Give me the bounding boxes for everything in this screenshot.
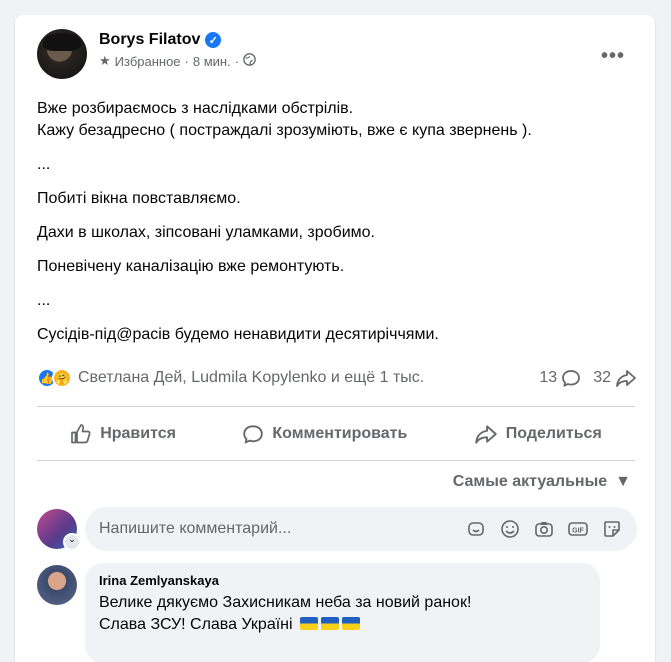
comment-line-2: Слава ЗСУ! Слава Україні	[99, 614, 586, 636]
comment-count[interactable]: 13	[539, 368, 581, 388]
divider	[37, 406, 635, 407]
verified-badge-icon: ✓	[205, 32, 222, 48]
reactions-bar: 👍 🤗 Светлана Дей, Ludmila Kopylenko и ещ…	[37, 368, 637, 388]
post-meta: ★ Избранное · 8 мин. ·	[99, 53, 256, 69]
star-icon: ★	[99, 53, 111, 68]
camera-icon[interactable]	[533, 518, 555, 540]
emoji-icon[interactable]	[499, 518, 521, 540]
comment-label: Комментировать	[272, 425, 408, 442]
care-reaction-icon[interactable]: 🤗	[52, 368, 72, 388]
sort-label: Самые актуальные	[452, 473, 608, 490]
comment-count-value: 13	[539, 369, 558, 386]
post-line: ...	[37, 156, 51, 173]
share-count[interactable]: 32	[593, 368, 637, 388]
comment-button[interactable]: Комментировать	[232, 417, 417, 451]
share-label: Поделиться	[505, 425, 602, 442]
comment-text: Велике дякуємо Захисникам неба за новий …	[99, 592, 586, 636]
meta-separator-2: ·	[234, 53, 240, 69]
divider	[37, 460, 635, 461]
author-avatar[interactable]	[37, 29, 87, 79]
like-button[interactable]: Нравится	[60, 417, 186, 451]
share-count-value: 32	[593, 369, 611, 386]
current-user-avatar[interactable]	[37, 509, 81, 551]
comment-icon	[243, 425, 264, 444]
post-header: Borys Filatov ✓ ★ Избранное · 8 мин. ·	[37, 29, 256, 79]
post-card: Borys Filatov ✓ ★ Избранное · 8 мин. · •…	[15, 15, 655, 662]
author-name-row: Borys Filatov ✓	[99, 31, 256, 49]
reaction-names[interactable]: Светлана Дей, Ludmila Kopylenko и ещё 1 …	[78, 369, 424, 387]
caret-down-icon: ▼	[615, 473, 631, 490]
audience-label[interactable]: Избранное	[115, 54, 181, 69]
post-line: Кажу безадресно ( постраждалі зрозуміють…	[37, 122, 532, 139]
ukraine-flag-icon	[300, 617, 318, 630]
comment-input[interactable]: Напишите комментарий... GIF	[85, 507, 637, 551]
post-line: Вже розбираємось з наслідками обстрілів.	[37, 100, 354, 117]
comment-sort-dropdown[interactable]: Самые актуальные ▼	[453, 473, 631, 491]
meta-separator: ·	[184, 53, 189, 69]
post-line: Дахи в школах, зіпсовані уламками, зроби…	[37, 224, 375, 241]
share-icon	[616, 370, 636, 387]
commenter-avatar[interactable]	[37, 565, 77, 605]
globe-icon	[243, 53, 256, 69]
post-body: Вже розбираємось з наслідками обстрілів.…	[37, 98, 637, 346]
like-label: Нравится	[100, 425, 176, 442]
avatar-sticker-icon[interactable]	[465, 518, 487, 540]
post-line: Побиті вікна повставляємо.	[37, 190, 241, 207]
like-icon	[71, 424, 91, 444]
action-bar: Нравится Комментировать Поделиться	[37, 417, 635, 451]
comment-input-placeholder: Напишите комментарий...	[99, 520, 292, 537]
author-name[interactable]: Borys Filatov	[99, 31, 200, 49]
post-line: Поневічену каналізацію вже ремонтують.	[37, 258, 345, 275]
post-line: ...	[37, 292, 51, 309]
svg-text:GIF: GIF	[572, 528, 584, 535]
ukraine-flag-icon	[321, 617, 339, 630]
gif-icon[interactable]: GIF	[567, 518, 589, 540]
comment-line-text: Слава ЗСУ! Слава Україні	[99, 616, 293, 633]
sticker-icon[interactable]	[601, 518, 623, 540]
post-time[interactable]: 8 мин.	[193, 54, 231, 69]
more-options-icon[interactable]: •••	[601, 45, 625, 68]
ukraine-flag-icon	[342, 617, 360, 630]
share-button[interactable]: Поделиться	[464, 417, 612, 451]
post-line: Сусідів-під@расів будемо ненавидити деся…	[37, 326, 439, 343]
share-icon	[475, 425, 497, 444]
commenter-name[interactable]: Irina Zemlyanskaya	[99, 573, 586, 588]
comment-bubble: Irina Zemlyanskaya Велике дякуємо Захисн…	[85, 563, 600, 662]
comment-line: Велике дякуємо Захисникам неба за новий …	[99, 594, 472, 611]
comment-icon	[562, 370, 581, 387]
